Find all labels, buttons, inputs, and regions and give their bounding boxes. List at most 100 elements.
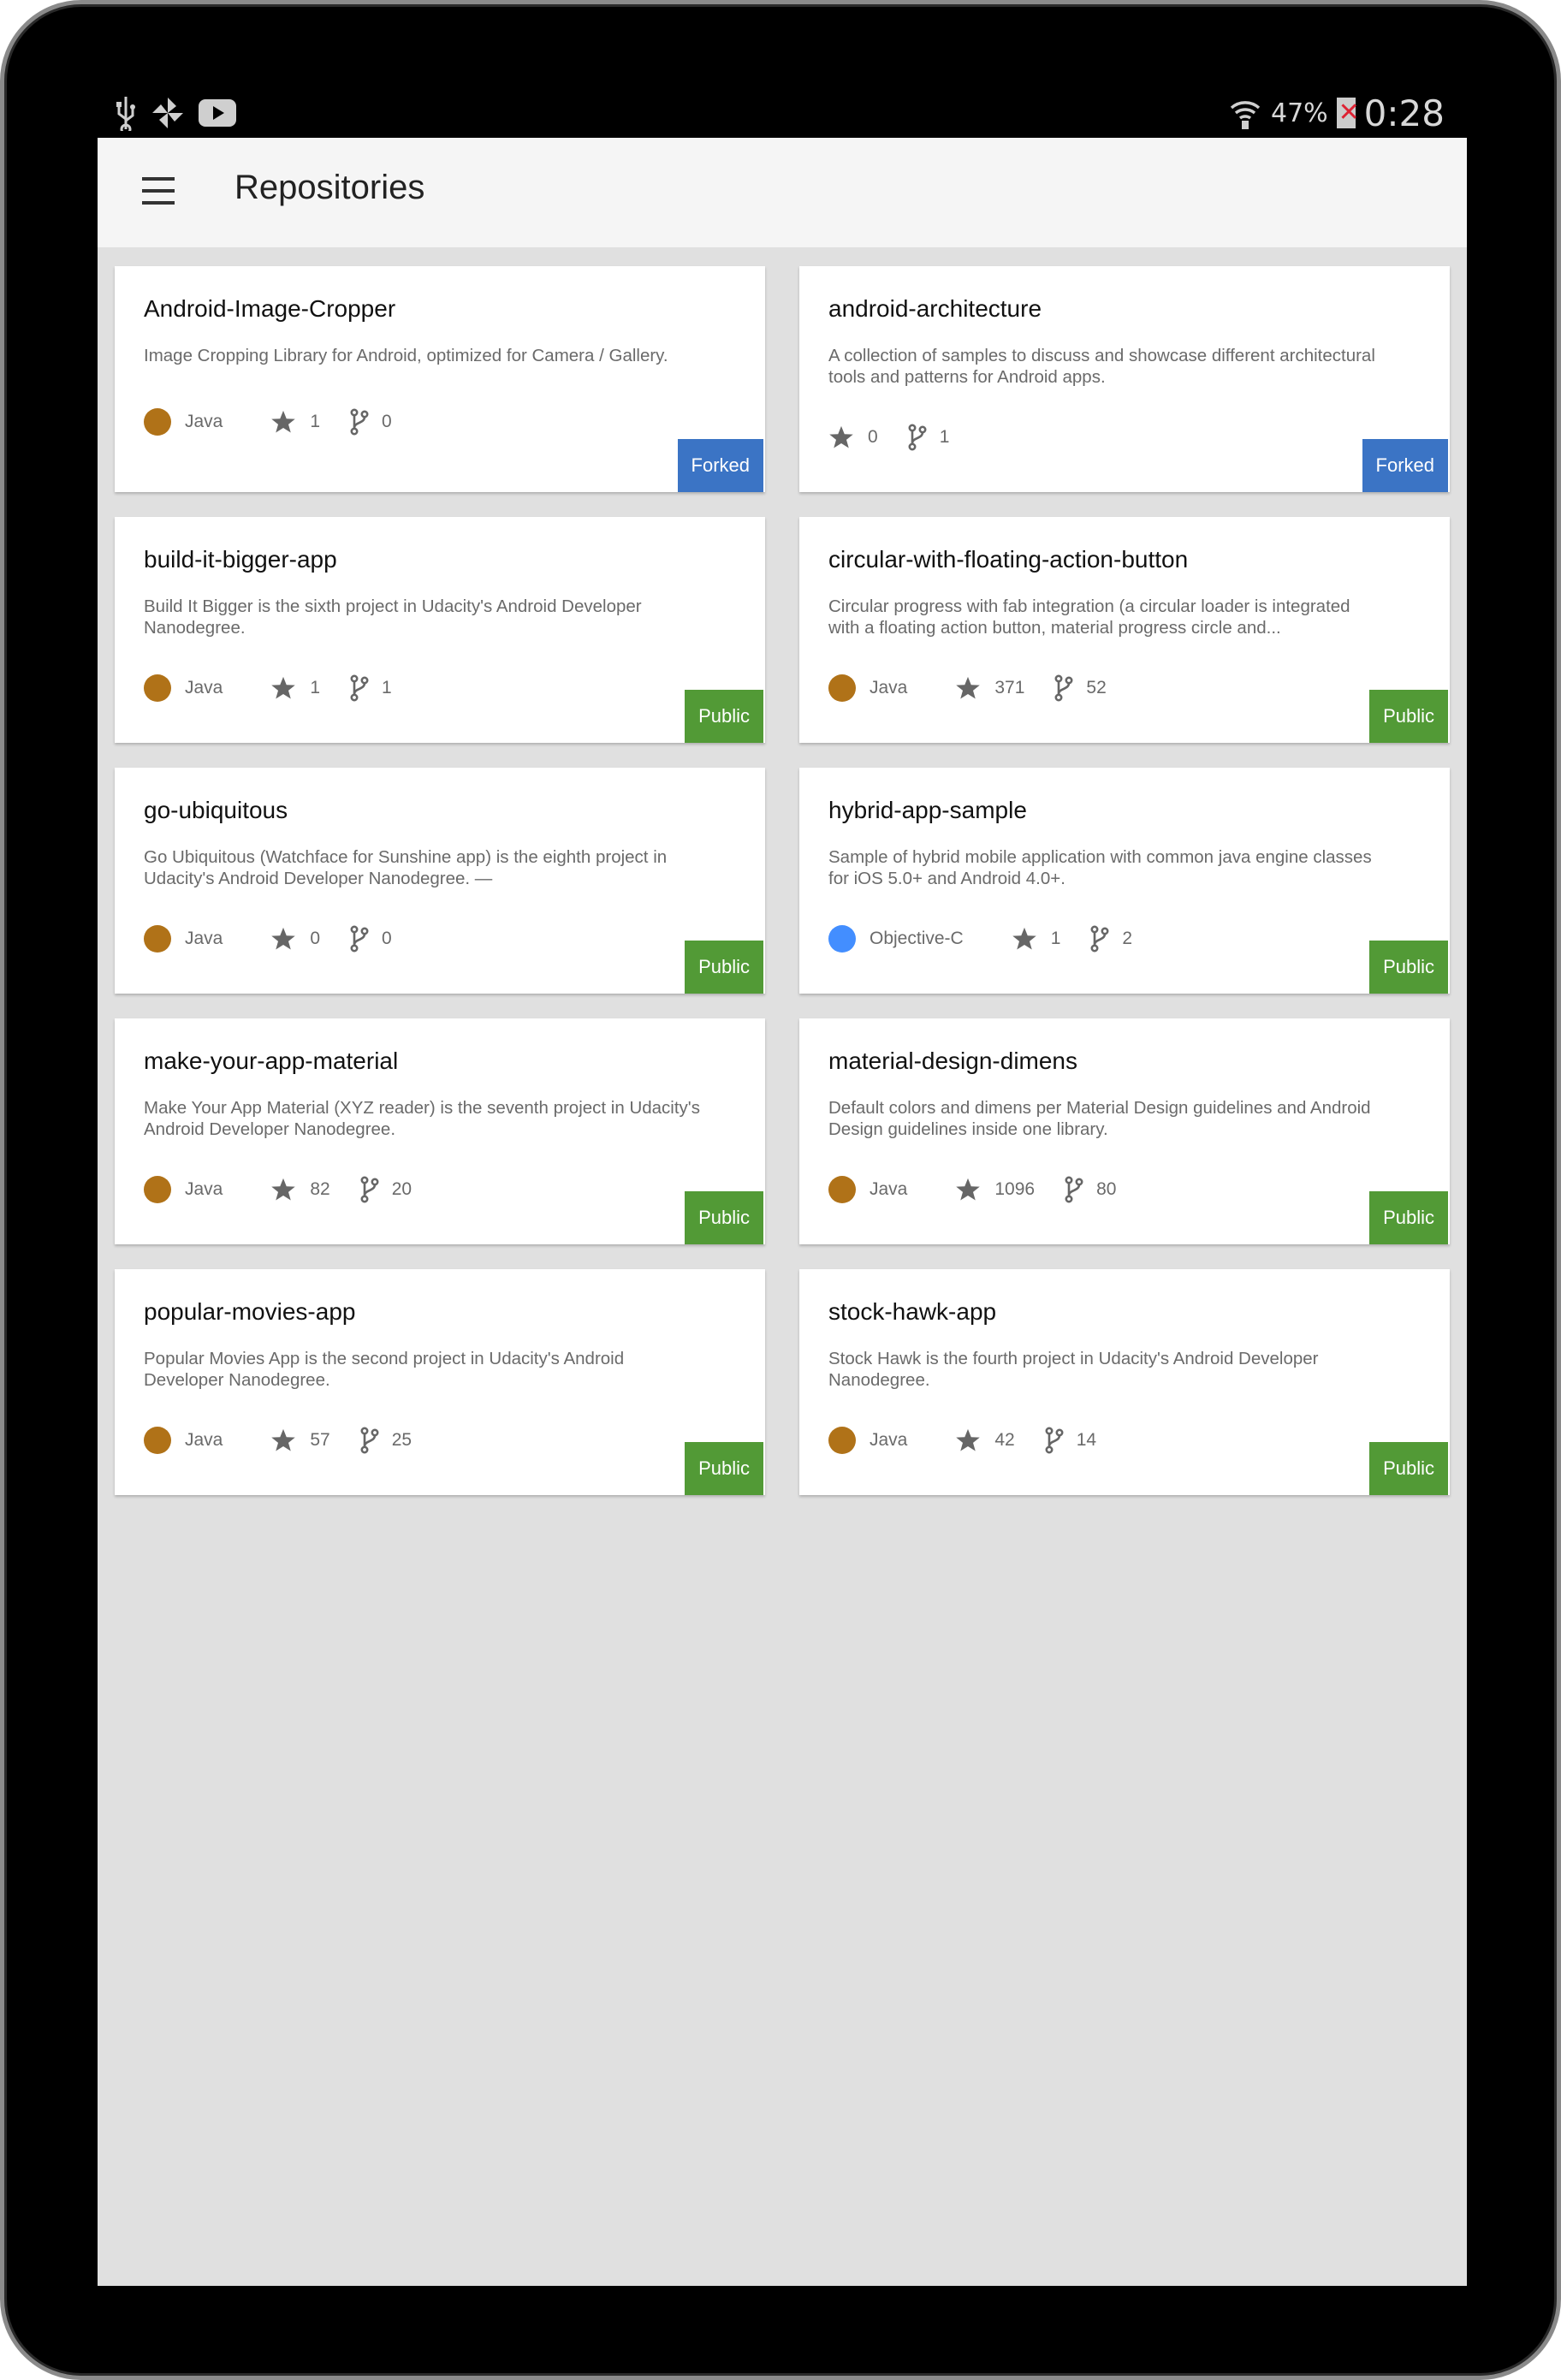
- language-label: Java: [185, 1179, 223, 1199]
- visibility-badge: Public: [685, 1191, 763, 1244]
- fork-icon: [1054, 674, 1073, 702]
- description-line: Udacity's Android Developer Nanodegree. …: [144, 869, 493, 888]
- repository-name: build-it-bigger-app: [144, 546, 337, 573]
- description-line: Design guidelines inside one library.: [828, 1119, 1108, 1139]
- star-icon: [956, 1428, 981, 1451]
- repository-card-make-your-app-material[interactable]: make-your-app-material Make Your App Mat…: [115, 1018, 765, 1244]
- description-line: A collection of samples to discuss and s…: [828, 346, 1375, 365]
- repository-card-hybrid-app-sample[interactable]: hybrid-app-sample Sample of hybrid mobil…: [799, 768, 1450, 994]
- language-color-dot: [828, 925, 856, 953]
- repository-description: Image Cropping Library for Android, opti…: [144, 345, 743, 366]
- star-icon: [271, 927, 296, 950]
- repository-name: popular-movies-app: [144, 1298, 356, 1325]
- repository-meta: Java 57 25: [144, 1427, 412, 1454]
- repository-meta: Java 82 20: [144, 1176, 412, 1203]
- fork-icon: [360, 1427, 379, 1454]
- star-icon: [956, 676, 981, 699]
- repository-description: Stock Hawk is the fourth project in Udac…: [828, 1348, 1427, 1391]
- description-line: Developer Nanodegree.: [144, 1370, 330, 1390]
- fork-icon: [360, 1176, 379, 1203]
- repository-card-popular-movies-app[interactable]: popular-movies-app Popular Movies App is…: [115, 1269, 765, 1495]
- star-count: 371: [994, 678, 1025, 697]
- language-color-dot: [144, 674, 171, 702]
- description-line: Go Ubiquitous (Watchface for Sunshine ap…: [144, 847, 668, 867]
- fork-icon: [350, 408, 369, 436]
- language-label: Java: [870, 1430, 908, 1450]
- language-color-dot: [828, 1176, 856, 1203]
- repository-description: Make Your App Material (XYZ reader) is t…: [144, 1097, 743, 1140]
- fork-icon: [350, 674, 369, 702]
- repository-card-build-it-bigger-app[interactable]: build-it-bigger-app Build It Bigger is t…: [115, 517, 765, 743]
- star-count: 0: [310, 929, 321, 948]
- repository-meta: Java 371 52: [828, 674, 1107, 702]
- fork-count: 80: [1096, 1179, 1117, 1199]
- repository-meta: Java 0 0: [144, 925, 392, 953]
- repository-name: make-your-app-material: [144, 1048, 399, 1074]
- description-line: Stock Hawk is the fourth project in Udac…: [828, 1349, 1319, 1368]
- description-line: Popular Movies App is the second project…: [144, 1349, 625, 1368]
- fork-count: 0: [382, 412, 392, 431]
- repository-description: Circular progress with fab integration (…: [828, 596, 1427, 638]
- language-color-dot: [144, 1427, 171, 1454]
- description-line: Nanodegree.: [828, 1370, 930, 1390]
- repository-name: Android-Image-Cropper: [144, 295, 396, 322]
- repository-description: A collection of samples to discuss and s…: [828, 345, 1427, 388]
- star-count: 42: [994, 1430, 1015, 1450]
- repository-card-android-architecture[interactable]: android-architecture A collection of sam…: [799, 266, 1450, 492]
- repository-meta: 0 1: [828, 424, 949, 451]
- repository-name: hybrid-app-sample: [828, 797, 1027, 823]
- pinwheel-icon: [152, 98, 183, 128]
- language-color-dot: [828, 1427, 856, 1454]
- repository-card-go-ubiquitous[interactable]: go-ubiquitous Go Ubiquitous (Watchface f…: [115, 768, 765, 994]
- fork-icon: [1065, 1176, 1083, 1203]
- page-title: Repositories: [234, 169, 425, 206]
- system-status: 47% ✕ 0:28: [1228, 88, 1445, 138]
- usb-icon: [116, 97, 135, 131]
- repository-card-material-design-dimens[interactable]: material-design-dimens Default colors an…: [799, 1018, 1450, 1244]
- description-line: tools and patterns for Android apps.: [828, 367, 1106, 387]
- description-line: Default colors and dimens per Material D…: [828, 1098, 1371, 1118]
- star-icon: [829, 425, 853, 448]
- description-line: Image Cropping Library for Android, opti…: [144, 346, 668, 365]
- fork-count: 1: [939, 427, 950, 447]
- visibility-badge: Public: [685, 941, 763, 994]
- star-count: 1: [1050, 929, 1061, 948]
- repository-name: stock-hawk-app: [828, 1298, 997, 1325]
- app-screen: Repositories Android-Image-Cropper Image…: [98, 138, 1467, 2286]
- language-color-dot: [144, 925, 171, 953]
- app-bar: Repositories: [98, 138, 1467, 247]
- menu-icon[interactable]: [142, 175, 176, 210]
- star-icon: [956, 1178, 981, 1201]
- description-line: Sample of hybrid mobile application with…: [828, 847, 1372, 867]
- fork-count: 20: [391, 1179, 413, 1199]
- repository-card-circular-with-floating-action-button[interactable]: circular-with-floating-action-button Cir…: [799, 517, 1450, 743]
- star-count: 1096: [994, 1179, 1036, 1199]
- language-label: Java: [870, 678, 908, 697]
- star-icon: [271, 1428, 296, 1451]
- fork-count: 14: [1076, 1430, 1097, 1450]
- description-line: Build It Bigger is the sixth project in …: [144, 596, 642, 616]
- fork-count: 0: [382, 929, 392, 948]
- visibility-badge: Public: [685, 690, 763, 743]
- fork-count: 25: [391, 1430, 413, 1450]
- fork-count: 52: [1086, 678, 1107, 697]
- star-count: 0: [868, 427, 878, 447]
- clock: 0:28: [1363, 92, 1445, 134]
- battery-icon: ✕: [1336, 98, 1360, 128]
- star-count: 57: [310, 1430, 330, 1450]
- star-count: 1: [310, 678, 321, 697]
- language-color-dot: [144, 408, 171, 436]
- description-line: Circular progress with fab integration (…: [828, 596, 1350, 616]
- repository-description: Go Ubiquitous (Watchface for Sunshine ap…: [144, 846, 743, 889]
- wifi-icon: [1230, 101, 1261, 129]
- repository-card-Android-Image-Cropper[interactable]: Android-Image-Cropper Image Cropping Lib…: [115, 266, 765, 492]
- star-count: 82: [310, 1179, 330, 1199]
- repository-card-stock-hawk-app[interactable]: stock-hawk-app Stock Hawk is the fourth …: [799, 1269, 1450, 1495]
- description-line: for iOS 5.0+ and Android 4.0+.: [828, 869, 1065, 888]
- language-label: Java: [185, 412, 223, 431]
- fork-icon: [1045, 1427, 1064, 1454]
- repository-meta: Java 1096 80: [828, 1176, 1116, 1203]
- language-label: Java: [185, 929, 223, 948]
- language-color-dot: [144, 1176, 171, 1203]
- language-label: Java: [185, 1430, 223, 1450]
